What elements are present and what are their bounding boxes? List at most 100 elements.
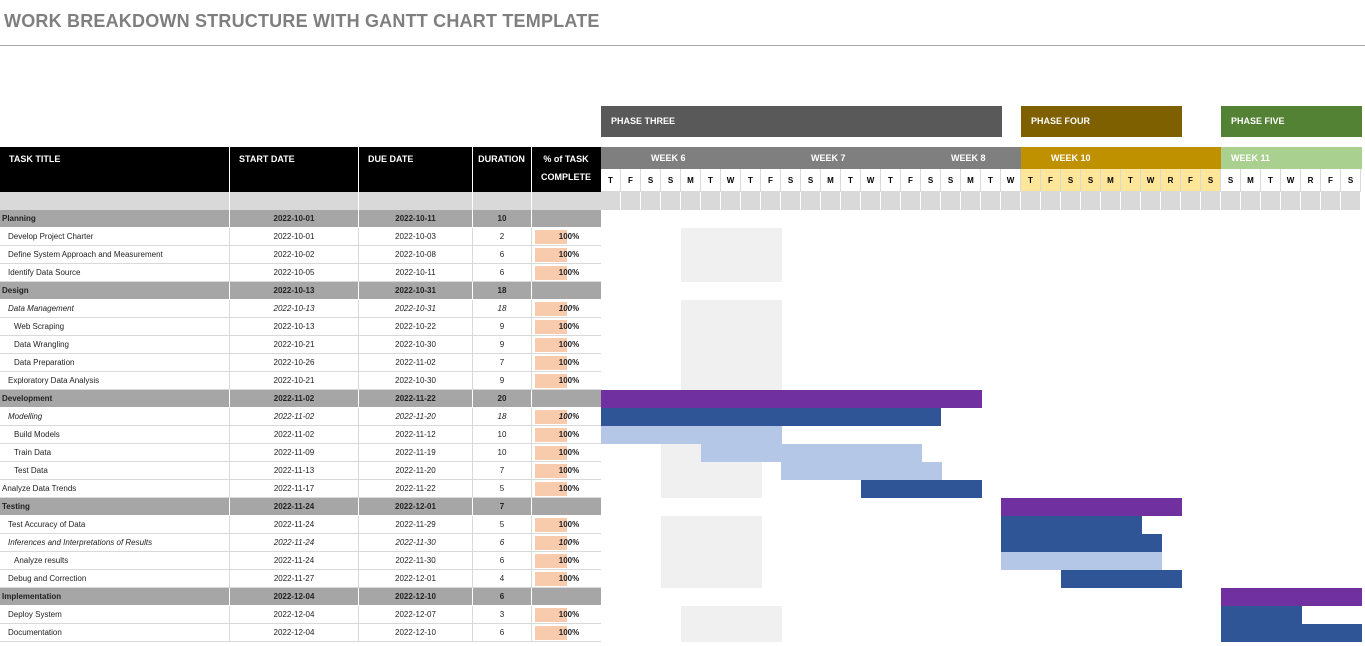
percent-complete-cell[interactable]: 100%	[531, 624, 601, 642]
gantt-bar-debug[interactable]	[1061, 570, 1182, 588]
percent-complete-cell[interactable]	[531, 498, 601, 516]
group-row[interactable]: Testing 2022-11-24 2022-12-01 7	[0, 498, 601, 516]
due-date-cell[interactable]: 2022-10-03	[358, 228, 472, 246]
start-date-cell[interactable]: 2022-11-24	[229, 534, 358, 552]
start-date-cell[interactable]: 2022-11-24	[229, 498, 358, 516]
table-row[interactable]: Test Accuracy of Data 2022-11-24 2022-11-2…	[0, 516, 601, 534]
start-date-cell[interactable]: 2022-11-24	[229, 552, 358, 570]
percent-complete-cell[interactable]: 100%	[531, 318, 601, 336]
task-title-cell[interactable]: Inferences and Interpretations of Result…	[0, 534, 229, 552]
group-row[interactable]: Development 2022-11-02 2022-11-22 20	[0, 390, 601, 408]
header-task-title[interactable]: TASK TITLE	[9, 147, 229, 192]
due-date-cell[interactable]: 2022-11-22	[358, 480, 472, 498]
due-date-cell[interactable]: 2022-10-30	[358, 336, 472, 354]
duration-cell[interactable]: 2	[472, 228, 531, 246]
percent-complete-cell[interactable]: 100%	[531, 444, 601, 462]
table-row[interactable]: Data Wrangling 2022-10-21 2022-10-30 9 100%	[0, 336, 601, 354]
task-title-cell[interactable]: Modelling	[0, 408, 229, 426]
percent-complete-cell[interactable]	[531, 282, 601, 300]
due-date-cell[interactable]: 2022-10-30	[358, 372, 472, 390]
task-title-cell[interactable]: Train Data	[0, 444, 229, 462]
start-date-cell[interactable]: 2022-10-02	[229, 246, 358, 264]
group-row[interactable]: Planning 2022-10-01 2022-10-11 10	[0, 210, 601, 228]
percent-complete-cell[interactable]	[531, 210, 601, 228]
due-date-cell[interactable]: 2022-11-22	[358, 390, 472, 408]
duration-cell[interactable]: 20	[472, 390, 531, 408]
percent-complete-cell[interactable]: 100%	[531, 372, 601, 390]
duration-cell[interactable]: 9	[472, 336, 531, 354]
percent-complete-cell[interactable]: 100%	[531, 480, 601, 498]
due-date-cell[interactable]: 2022-12-01	[358, 498, 472, 516]
header-due-date[interactable]: DUE DATE	[368, 147, 472, 192]
task-title-cell[interactable]: Exploratory Data Analysis	[0, 372, 229, 390]
duration-cell[interactable]: 6	[472, 246, 531, 264]
task-title-cell[interactable]: Test Data	[0, 462, 229, 480]
percent-complete-cell[interactable]: 100%	[531, 552, 601, 570]
due-date-cell[interactable]: 2022-12-07	[358, 606, 472, 624]
due-date-cell[interactable]: 2022-11-30	[358, 534, 472, 552]
start-date-cell[interactable]: 2022-11-09	[229, 444, 358, 462]
duration-cell[interactable]: 18	[472, 300, 531, 318]
gantt-bar-analyze-results[interactable]	[1001, 552, 1162, 570]
table-row[interactable]: Test Data 2022-11-13 2022-11-20 7 100%	[0, 462, 601, 480]
task-title-cell[interactable]: Analyze Data Trends	[0, 480, 229, 498]
start-date-cell[interactable]: 2022-12-04	[229, 624, 358, 642]
task-title-cell[interactable]: Development	[0, 390, 229, 408]
due-date-cell[interactable]: 2022-11-19	[358, 444, 472, 462]
table-row[interactable]: Define System Approach and Measurement 20…	[0, 246, 601, 264]
group-row[interactable]: Implementation 2022-12-04 2022-12-10 6	[0, 588, 601, 606]
task-title-cell[interactable]: Data Preparation	[0, 354, 229, 372]
gantt-bar-deploy-system[interactable]	[1221, 606, 1302, 624]
task-title-cell[interactable]: Define System Approach and Measurement	[0, 246, 229, 264]
percent-complete-cell[interactable]: 100%	[531, 228, 601, 246]
start-date-cell[interactable]: 2022-11-13	[229, 462, 358, 480]
table-row[interactable]: Analyze Data Trends 2022-11-17 2022-11-22 5…	[0, 480, 601, 498]
duration-cell[interactable]: 9	[472, 372, 531, 390]
due-date-cell[interactable]: 2022-11-29	[358, 516, 472, 534]
task-title-cell[interactable]: Web Scraping	[0, 318, 229, 336]
duration-cell[interactable]: 5	[472, 480, 531, 498]
due-date-cell[interactable]: 2022-10-08	[358, 246, 472, 264]
due-date-cell[interactable]: 2022-10-31	[358, 300, 472, 318]
percent-complete-cell[interactable]	[531, 588, 601, 606]
due-date-cell[interactable]: 2022-12-10	[358, 624, 472, 642]
header-duration[interactable]: DURATION	[472, 147, 531, 192]
start-date-cell[interactable]: 2022-10-05	[229, 264, 358, 282]
start-date-cell[interactable]: 2022-10-13	[229, 300, 358, 318]
due-date-cell[interactable]: 2022-12-01	[358, 570, 472, 588]
start-date-cell[interactable]: 2022-11-02	[229, 390, 358, 408]
task-title-cell[interactable]: Identify Data Source	[0, 264, 229, 282]
percent-complete-cell[interactable]: 100%	[531, 246, 601, 264]
gantt-bar-testing[interactable]	[1001, 498, 1182, 516]
duration-cell[interactable]: 10	[472, 444, 531, 462]
due-date-cell[interactable]: 2022-10-11	[358, 210, 472, 228]
duration-cell[interactable]: 18	[472, 408, 531, 426]
gantt-bar-inferences[interactable]	[1001, 534, 1162, 552]
start-date-cell[interactable]: 2022-11-17	[229, 480, 358, 498]
due-date-cell[interactable]: 2022-10-31	[358, 282, 472, 300]
table-row[interactable]: Documentation 2022-12-04 2022-12-10 6 100%	[0, 624, 601, 642]
due-date-cell[interactable]: 2022-10-11	[358, 264, 472, 282]
table-row[interactable]: Inferences and Interpretations of Result…	[0, 534, 601, 552]
due-date-cell[interactable]: 2022-10-22	[358, 318, 472, 336]
duration-cell[interactable]: 7	[472, 498, 531, 516]
task-title-cell[interactable]: Build Models	[0, 426, 229, 444]
percent-complete-cell[interactable]	[531, 390, 601, 408]
table-row[interactable]: Debug and Correction 2022-11-27 2022-12-01…	[0, 570, 601, 588]
due-date-cell[interactable]: 2022-11-20	[358, 408, 472, 426]
start-date-cell[interactable]: 2022-10-13	[229, 318, 358, 336]
gantt-bar-documentation[interactable]	[1221, 624, 1362, 642]
duration-cell[interactable]: 10	[472, 426, 531, 444]
table-row[interactable]: Deploy System 2022-12-04 2022-12-07 3 100%	[0, 606, 601, 624]
start-date-cell[interactable]: 2022-11-27	[229, 570, 358, 588]
percent-complete-cell[interactable]: 100%	[531, 426, 601, 444]
start-date-cell[interactable]: 2022-10-13	[229, 282, 358, 300]
percent-complete-cell[interactable]: 100%	[531, 462, 601, 480]
task-title-cell[interactable]: Analyze results	[0, 552, 229, 570]
gantt-bar-test-accuracy[interactable]	[1001, 516, 1142, 534]
table-row[interactable]: Build Models 2022-11-02 2022-11-12 10 100%	[0, 426, 601, 444]
duration-cell[interactable]: 6	[472, 624, 531, 642]
gantt-bar-modelling[interactable]	[601, 408, 941, 426]
task-title-cell[interactable]: Test Accuracy of Data	[0, 516, 229, 534]
header-start-date[interactable]: START DATE	[239, 147, 358, 192]
